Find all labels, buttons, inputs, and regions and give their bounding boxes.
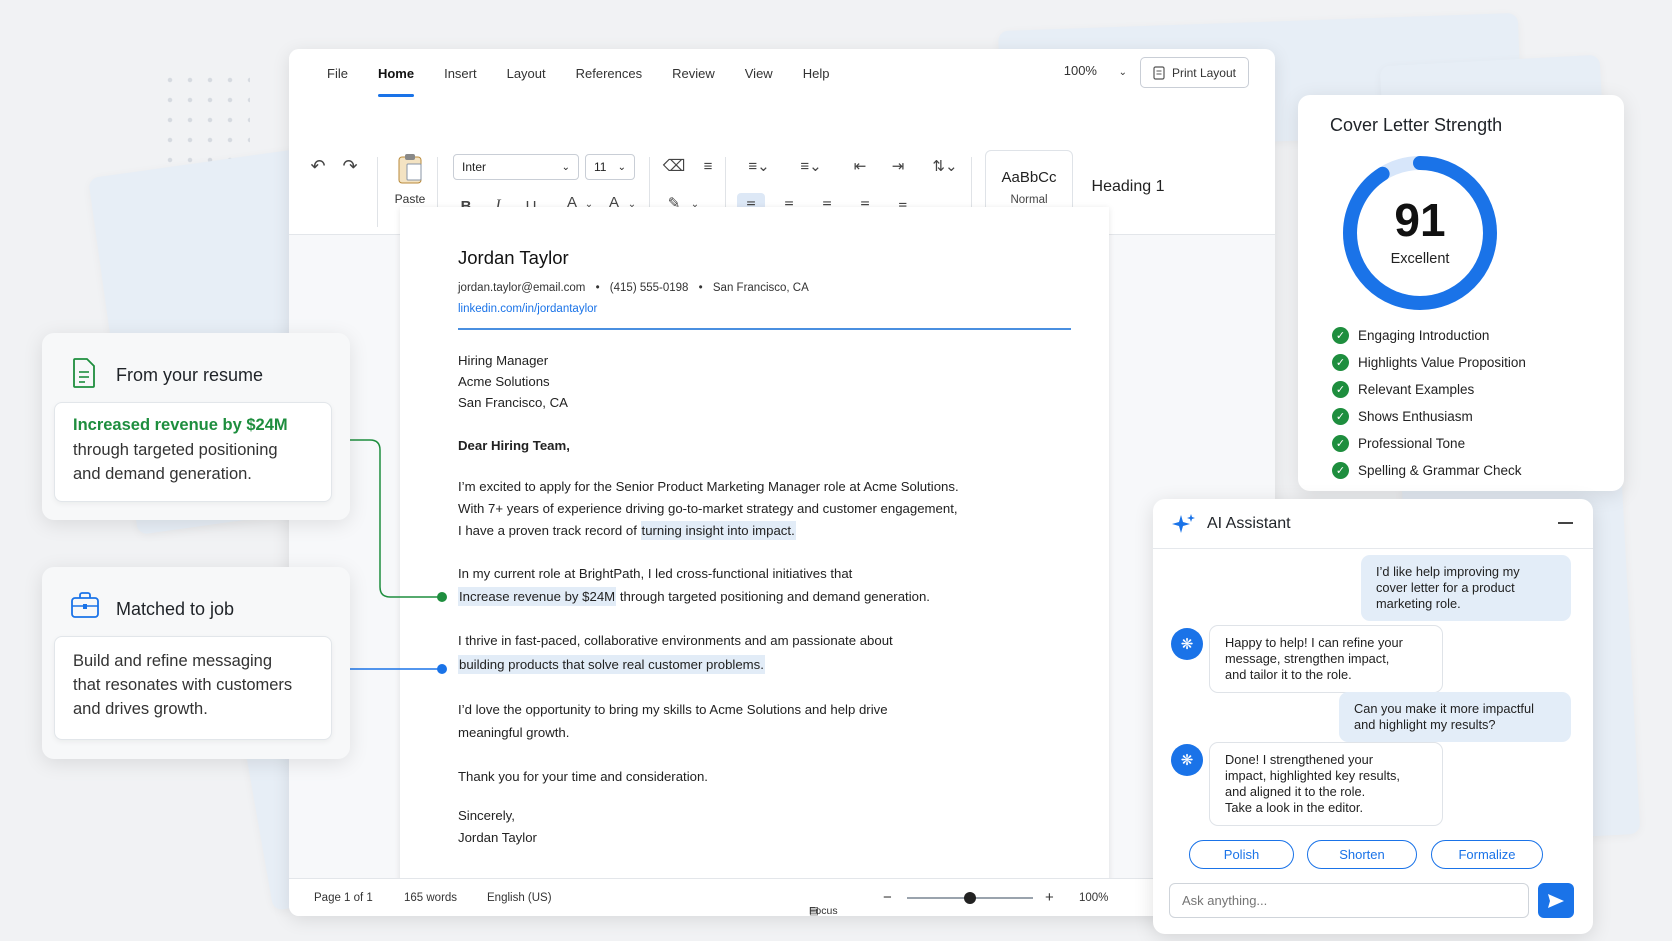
minimize-icon[interactable]: [1558, 522, 1573, 524]
job-card-title: Matched to job: [116, 599, 235, 619]
send-button[interactable]: [1538, 883, 1574, 918]
assistant-title: AI Assistant: [1207, 515, 1291, 532]
check-icon: ✓: [1332, 462, 1349, 479]
sparkle-icon: [1172, 514, 1195, 533]
resume-card-title: From your resume: [116, 365, 264, 385]
score-value: 91: [1394, 194, 1446, 246]
check-label: Shows Enthusiasm: [1358, 409, 1473, 424]
message-line: and aligned it to the role.: [1225, 784, 1366, 799]
message-line: and tailor it to the role.: [1225, 667, 1352, 682]
assistant-avatar-icon: ❋: [1171, 628, 1203, 660]
ai-assistant-panel: AI Assistant I’d like help improving my …: [1153, 499, 1593, 934]
score-label: Excellent: [1390, 251, 1450, 267]
check-icon: ✓: [1332, 381, 1349, 398]
polish-chip[interactable]: Polish: [1189, 840, 1294, 869]
formalize-chip[interactable]: Formalize: [1431, 840, 1543, 869]
message-line: message, strengthen impact,: [1225, 651, 1390, 666]
job-snippet[interactable]: Build and refine messaging that resonate…: [54, 636, 332, 740]
check-label: Relevant Examples: [1358, 382, 1475, 397]
resume-text-line: and demand generation.: [73, 465, 252, 483]
check-item: ✓ Engaging Introduction: [1332, 327, 1489, 344]
assistant-message: Happy to help! I can refine your message…: [1209, 625, 1443, 693]
check-label: Highlights Value Proposition: [1358, 355, 1526, 370]
check-item: ✓ Highlights Value Proposition: [1332, 354, 1526, 371]
resume-snippet[interactable]: Increased revenue by $24M through target…: [54, 402, 332, 502]
check-item: ✓ Relevant Examples: [1332, 381, 1474, 398]
job-text-line: Build and refine messaging: [73, 652, 273, 670]
job-text-line: that resonates with customers: [73, 676, 293, 694]
job-match-card: Matched to job Build and refine messagin…: [42, 567, 350, 759]
check-label: Professional Tone: [1358, 436, 1466, 451]
assistant-message: Done! I strengthened your impact, highli…: [1209, 742, 1443, 826]
document-icon: [73, 358, 95, 388]
message-line: Take a look in the editor.: [1225, 800, 1364, 815]
check-icon: ✓: [1332, 327, 1349, 344]
resume-card: From your resume Increased revenue by $2…: [42, 333, 350, 520]
check-icon: ✓: [1332, 435, 1349, 452]
message-line: impact, highlighted key results,: [1225, 768, 1400, 783]
check-icon: ✓: [1332, 354, 1349, 371]
assistant-avatar-icon: ❋: [1171, 744, 1203, 776]
briefcase-icon: [71, 592, 99, 618]
check-item: ✓ Professional Tone: [1332, 435, 1465, 452]
user-message: Can you make it more impactful and highl…: [1339, 692, 1571, 742]
check-icon: ✓: [1332, 408, 1349, 425]
strength-panel: Cover Letter Strength 91 Excellent ✓ Enga…: [1298, 95, 1624, 491]
assistant-header: AI Assistant: [1153, 499, 1593, 549]
message-line: Done! I strengthened your: [1225, 752, 1373, 767]
check-label: Engaging Introduction: [1358, 328, 1490, 343]
message-line: and highlight my results?: [1354, 717, 1496, 732]
ask-input[interactable]: [1169, 883, 1529, 918]
shorten-chip[interactable]: Shorten: [1307, 840, 1417, 869]
check-label: Spelling & Grammar Check: [1358, 463, 1522, 478]
job-text-line: and drives growth.: [73, 700, 208, 718]
message-line: Happy to help! I can refine your: [1225, 635, 1403, 650]
message-line: marketing role.: [1376, 596, 1461, 611]
check-item: ✓ Shows Enthusiasm: [1332, 408, 1473, 425]
send-icon: [1548, 893, 1564, 908]
message-line: Can you make it more impactful: [1354, 701, 1534, 716]
check-item: ✓ Spelling & Grammar Check: [1332, 462, 1522, 479]
message-line: cover letter for a product: [1376, 580, 1515, 595]
strength-title: Cover Letter Strength: [1330, 115, 1503, 135]
resume-highlight: Increased revenue by $24M: [73, 416, 288, 434]
resume-text-line: through targeted positioning: [73, 441, 278, 459]
user-message: I’d like help improving my cover letter …: [1361, 555, 1571, 621]
message-line: I’d like help improving my: [1376, 564, 1520, 579]
